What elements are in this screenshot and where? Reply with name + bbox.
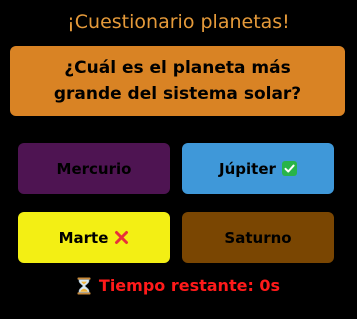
cross-icon <box>114 230 129 245</box>
quiz-app: ¡Cuestionario planetas! ¿Cuál es el plan… <box>0 0 357 319</box>
answer-button-marte[interactable]: Marte <box>18 212 170 263</box>
answer-label: Marte <box>58 228 109 247</box>
hourglass-icon <box>77 277 91 295</box>
answer-label: Júpiter <box>219 159 276 178</box>
timer: Tiempo restante: 0s <box>0 275 357 297</box>
quiz-title: ¡Cuestionario planetas! <box>67 11 290 33</box>
answer-button-jupiter[interactable]: Júpiter <box>182 143 334 194</box>
answer-label: Saturno <box>224 228 292 247</box>
answer-button-mercurio[interactable]: Mercurio <box>18 143 170 194</box>
question-text: ¿Cuál es el planeta más grande del siste… <box>53 58 302 104</box>
answer-button-saturno[interactable]: Saturno <box>182 212 334 263</box>
timer-text: Tiempo restante: 0s <box>98 276 281 295</box>
answer-label: Mercurio <box>56 159 132 178</box>
check-icon <box>281 161 297 176</box>
question-card: ¿Cuál es el planeta más grande del siste… <box>10 46 345 116</box>
